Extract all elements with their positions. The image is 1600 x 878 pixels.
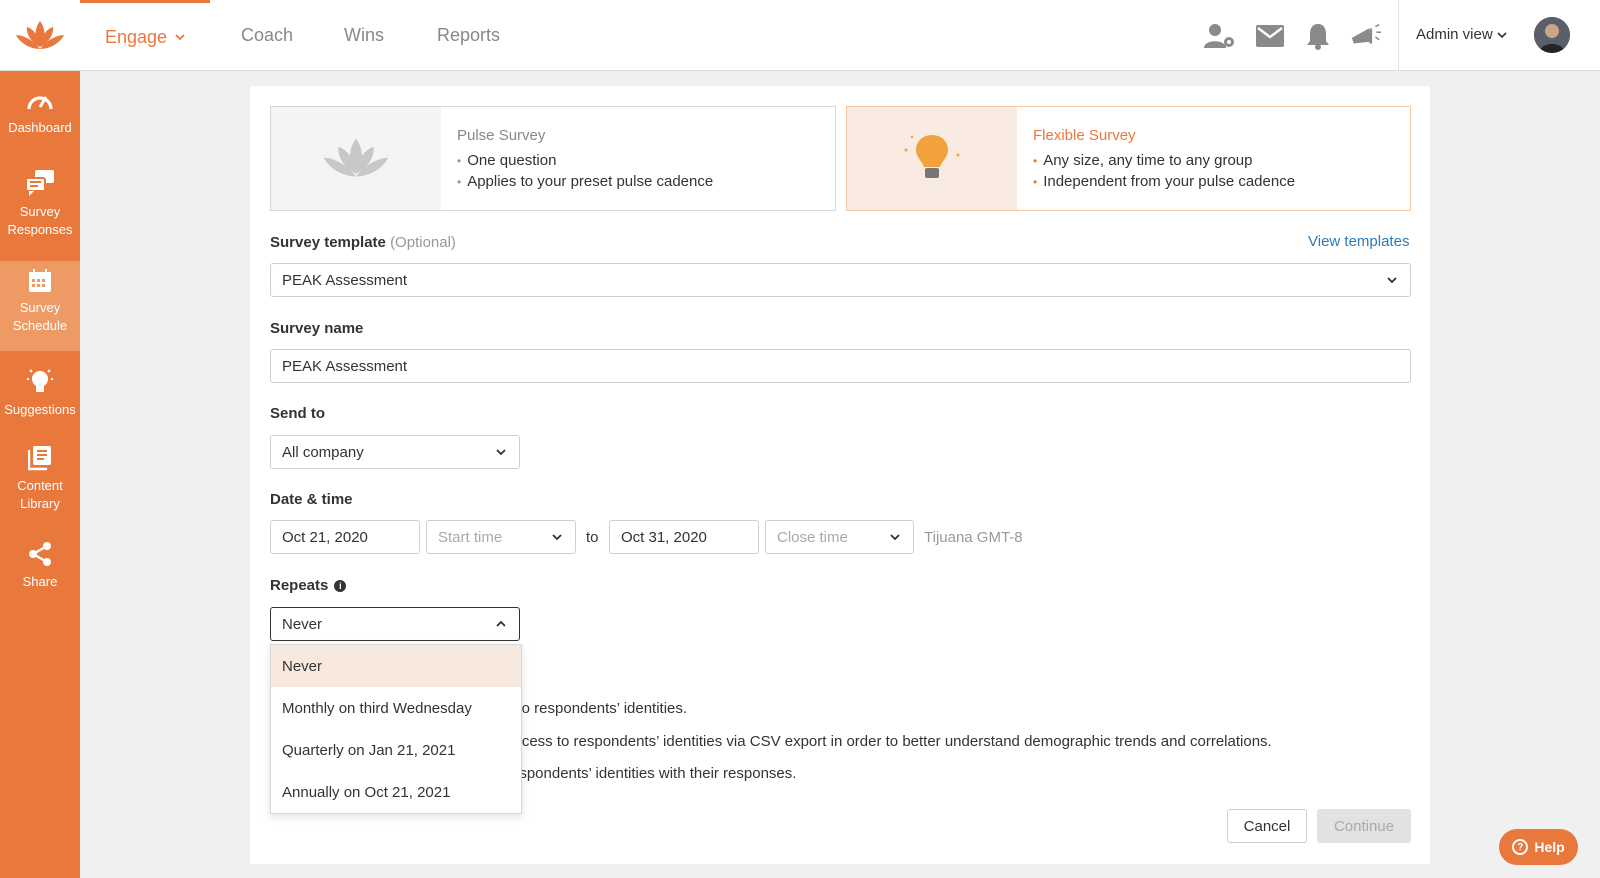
to-separator: to — [586, 529, 599, 546]
repeat-option-quarterly[interactable]: Quarterly on Jan 21, 2021 — [271, 729, 521, 771]
megaphone-icon[interactable] — [1350, 22, 1382, 50]
nav-coach[interactable]: Coach — [241, 0, 293, 71]
bell-icon[interactable] — [1302, 22, 1334, 50]
chevron-down-icon — [890, 534, 900, 541]
sidebar-item-label: Content Library — [17, 478, 63, 511]
chevron-down-icon — [175, 33, 185, 40]
sidebar: Dashboard Survey Responses Survey Schedu… — [0, 71, 80, 878]
survey-template-select[interactable]: PEAK Assessment — [270, 263, 1411, 297]
chevron-down-icon — [1497, 32, 1507, 39]
chevron-up-icon — [496, 620, 506, 627]
sidebar-item-survey-schedule[interactable]: Survey Schedule — [0, 261, 80, 351]
send-to-select[interactable]: All company — [270, 435, 520, 469]
sidebar-item-label: Suggestions — [4, 402, 76, 417]
end-date-value: Oct 31, 2020 — [621, 528, 707, 546]
repeats-dropdown-menu: Never Monthly on third Wednesday Quarter… — [270, 644, 522, 814]
help-label: Help — [1534, 839, 1565, 855]
survey-template-label: Survey template (Optional) — [270, 234, 456, 251]
pulse-survey-card[interactable]: Pulse Survey One question Applies to you… — [270, 106, 836, 211]
lotus-logo[interactable] — [0, 0, 80, 71]
flexible-survey-image — [847, 107, 1017, 210]
sidebar-item-share[interactable]: Share — [0, 541, 80, 611]
sidebar-item-content-library[interactable]: Content Library — [0, 445, 80, 525]
nav-wins-label: Wins — [344, 25, 384, 45]
flexible-survey-bullet: Independent from your pulse cadence — [1033, 173, 1295, 190]
start-time-select[interactable]: Start time — [426, 520, 576, 554]
chevron-down-icon — [1387, 277, 1397, 284]
repeats-value: Never — [282, 615, 323, 633]
user-settings-icon[interactable] — [1204, 22, 1236, 50]
sidebar-item-survey-responses[interactable]: Survey Responses — [0, 167, 80, 257]
nav-coach-label: Coach — [241, 25, 294, 45]
nav-wins[interactable]: Wins — [344, 0, 384, 71]
pulse-survey-title: Pulse Survey — [457, 127, 546, 144]
flexible-survey-title: Flexible Survey — [1033, 127, 1136, 144]
nav-reports[interactable]: Reports — [437, 0, 500, 71]
lotus-icon — [323, 138, 389, 176]
start-time-placeholder: Start time — [438, 528, 503, 546]
repeats-label: Repeats i — [270, 577, 347, 594]
sidebar-item-suggestions[interactable]: Suggestions — [0, 367, 80, 437]
admin-view-label: Admin view — [1416, 26, 1493, 43]
lightbulb-icon — [27, 369, 53, 392]
continue-button[interactable]: Continue — [1317, 809, 1411, 843]
survey-template-label-text: Survey template — [270, 234, 386, 251]
chat-icon — [25, 170, 54, 196]
admin-view-dropdown[interactable]: Admin view — [1416, 26, 1507, 43]
survey-name-label: Survey name — [270, 320, 364, 337]
repeats-select[interactable]: Never — [270, 607, 520, 641]
date-time-label: Date & time — [270, 491, 353, 508]
start-date-input[interactable]: Oct 21, 2020 — [270, 520, 420, 554]
cancel-button[interactable]: Cancel — [1227, 809, 1307, 843]
close-time-placeholder: Close time — [777, 528, 848, 546]
end-date-input[interactable]: Oct 31, 2020 — [609, 520, 759, 554]
nav-reports-label: Reports — [437, 25, 501, 45]
chevron-down-icon — [496, 449, 506, 456]
avatar[interactable] — [1534, 17, 1570, 53]
privacy-option-text: respondents’ identities with their respo… — [506, 765, 797, 782]
sidebar-item-label: Survey Schedule — [12, 300, 68, 333]
view-templates-link[interactable]: View templates — [1308, 233, 1409, 250]
gauge-icon — [27, 96, 53, 110]
optional-hint: (Optional) — [390, 234, 456, 251]
nav-engage[interactable]: Engage — [80, 0, 211, 71]
sidebar-item-dashboard[interactable]: Dashboard — [0, 89, 80, 159]
survey-name-input[interactable]: PEAK Assessment — [270, 349, 1411, 383]
flexible-survey-card[interactable]: Flexible Survey Any size, any time to an… — [846, 106, 1411, 211]
lightbulb-icon — [904, 134, 960, 178]
survey-name-value: PEAK Assessment — [282, 357, 408, 375]
pulse-survey-bullet: Applies to your preset pulse cadence — [457, 173, 713, 190]
mail-icon[interactable] — [1254, 22, 1286, 50]
send-to-label: Send to — [270, 405, 325, 422]
question-icon: ? — [1512, 839, 1529, 855]
send-to-value: All company — [282, 443, 364, 461]
help-button[interactable]: ? Help — [1499, 829, 1578, 865]
info-icon[interactable]: i — [334, 580, 347, 592]
timezone-label: Tijuana GMT-8 — [924, 529, 1023, 546]
start-date-value: Oct 21, 2020 — [282, 528, 368, 546]
topbar-divider — [1398, 0, 1399, 71]
repeat-option-monthly[interactable]: Monthly on third Wednesday — [271, 687, 521, 729]
sidebar-item-label: Share — [22, 574, 58, 589]
library-icon — [28, 446, 51, 471]
repeats-label-text: Repeats — [270, 577, 329, 594]
pulse-survey-bullet: One question — [457, 152, 713, 169]
flexible-survey-bullet: Any size, any time to any group — [1033, 152, 1295, 169]
pulse-survey-image — [271, 107, 441, 210]
repeat-option-annually[interactable]: Annually on Oct 21, 2021 — [271, 771, 521, 813]
survey-template-value: PEAK Assessment — [282, 271, 408, 289]
chevron-down-icon — [552, 534, 562, 541]
privacy-option-text: access to respondents’ identities via CS… — [506, 733, 1272, 750]
repeat-option-never[interactable]: Never — [271, 645, 521, 687]
calendar-icon — [29, 269, 51, 292]
nav-engage-label: Engage — [105, 26, 168, 47]
close-time-select[interactable]: Close time — [765, 520, 914, 554]
lotus-icon — [16, 20, 64, 49]
share-icon — [29, 542, 51, 566]
sidebar-item-label: Dashboard — [8, 120, 72, 135]
top-bar: Engage Coach Wins Reports Admin view — [0, 0, 1600, 71]
sidebar-item-label: Survey Responses — [7, 204, 73, 237]
